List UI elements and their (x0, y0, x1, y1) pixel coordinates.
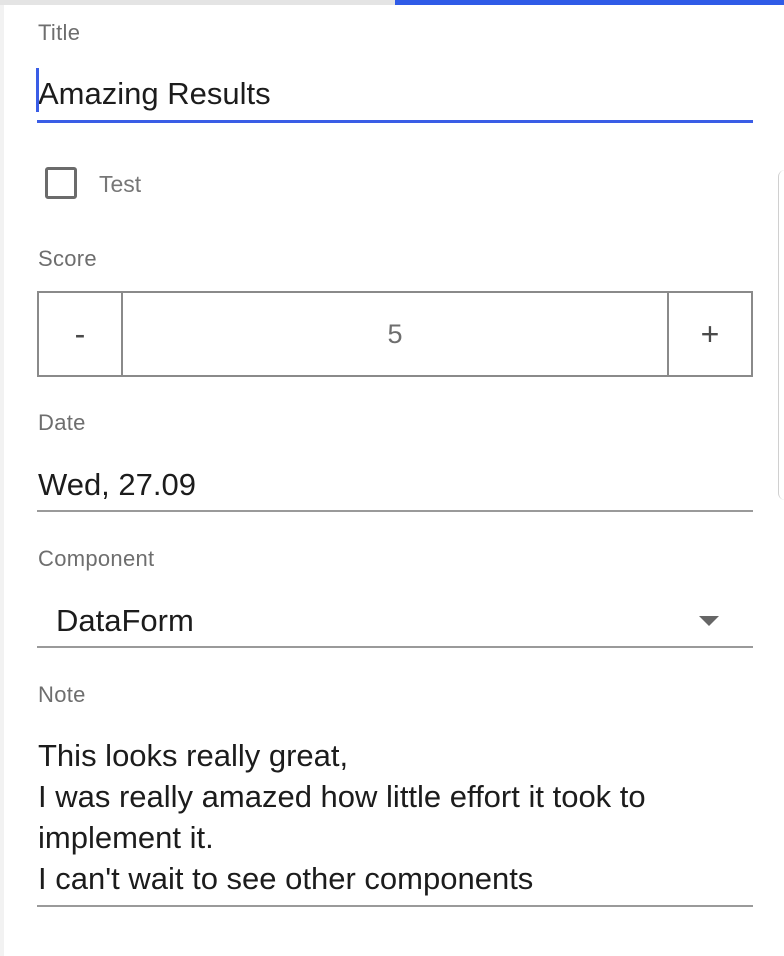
side-panel-edge (778, 170, 784, 500)
component-label: Component (38, 546, 155, 571)
title-input-underline (37, 120, 753, 123)
title-input[interactable]: Amazing Results (38, 76, 271, 112)
test-checkbox-label[interactable]: Test (99, 171, 141, 198)
note-label: Note (38, 682, 86, 707)
date-label: Date (38, 410, 86, 435)
score-stepper: - 5 + (37, 291, 753, 377)
data-form-screen: Title Amazing Results Test Score - 5 + D… (0, 0, 784, 956)
tab-active-indicator[interactable] (395, 0, 784, 5)
component-select[interactable]: DataForm (56, 603, 194, 639)
score-label: Score (38, 246, 97, 271)
tab-inactive[interactable] (0, 0, 395, 5)
note-textarea[interactable]: This looks really great, I was really am… (38, 735, 754, 899)
left-edge (0, 5, 4, 956)
component-select-underline (37, 646, 753, 648)
dropdown-arrow-icon[interactable] (699, 616, 719, 626)
title-label: Title (38, 20, 81, 45)
date-input[interactable]: Wed, 27.09 (38, 467, 196, 503)
note-textarea-underline (37, 905, 753, 907)
score-decrement-button[interactable]: - (39, 293, 123, 375)
test-checkbox[interactable] (45, 167, 77, 199)
score-value[interactable]: 5 (123, 293, 667, 375)
score-increment-button[interactable]: + (667, 293, 751, 375)
text-cursor (36, 68, 39, 112)
date-input-underline (37, 510, 753, 512)
tab-strip (0, 0, 784, 5)
